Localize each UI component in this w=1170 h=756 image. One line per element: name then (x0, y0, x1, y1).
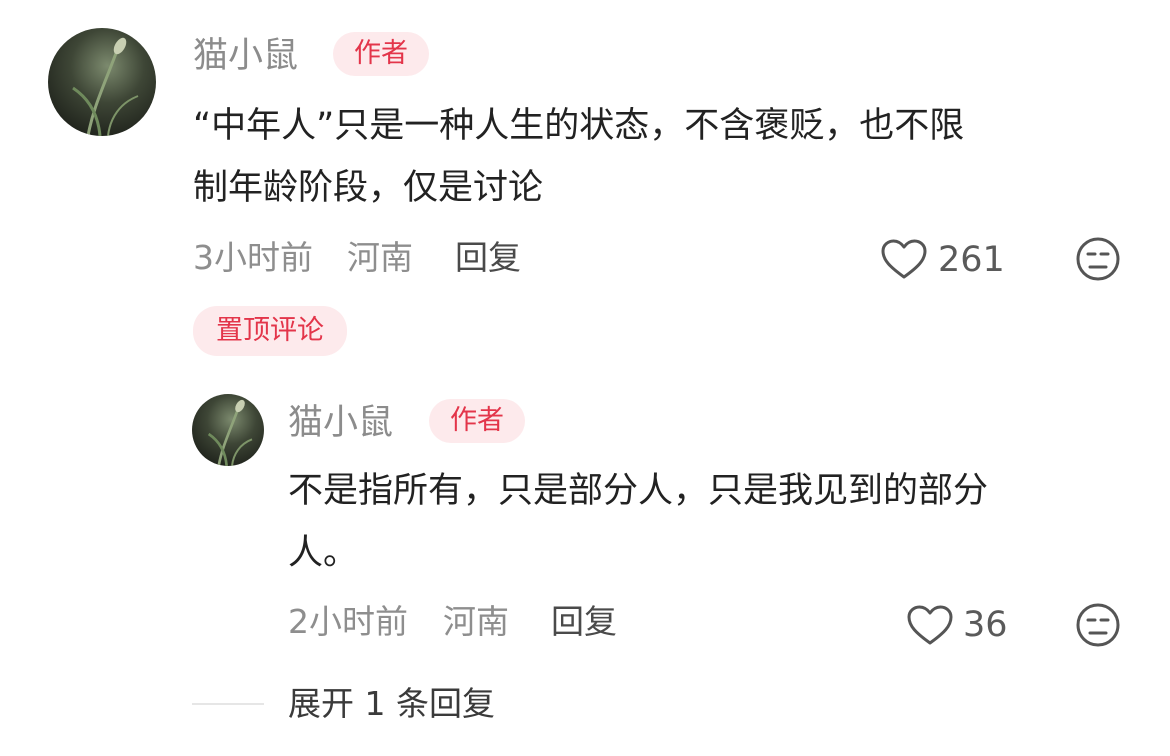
pinned-comment-badge: 置顶评论 (193, 306, 347, 356)
reply-text-line-2: 人。 (288, 533, 359, 573)
reply-time: 2小时前 (288, 602, 408, 641)
reply-button[interactable]: 回复 (455, 238, 521, 278)
author-badge: 作者 (333, 32, 429, 76)
reply-like-count: 36 (963, 605, 1008, 645)
heart-icon[interactable] (880, 238, 928, 280)
reply-avatar-image (207, 399, 253, 466)
expand-divider (192, 703, 264, 705)
reply-location: 河南 (443, 602, 509, 641)
reply-text-line-1: 不是指所有，只是部分人，只是我见到的部分 (288, 471, 989, 511)
heart-icon[interactable] (906, 604, 954, 646)
comment-text-line-1: “中年人”只是一种人生的状态，不含褒贬，也不限 (193, 106, 965, 146)
comment-time: 3小时前 (193, 238, 313, 277)
reply-reply-button[interactable]: 回复 (551, 602, 617, 642)
comment-text-line-2: 制年龄阶段，仅是讨论 (193, 168, 544, 208)
expand-replies-button[interactable]: 展开 1 条回复 (288, 684, 495, 724)
unhappy-face-icon[interactable] (1075, 236, 1121, 282)
unhappy-face-icon[interactable] (1075, 602, 1121, 648)
reply-avatar[interactable] (192, 394, 264, 466)
like-count: 261 (938, 240, 1005, 280)
avatar[interactable] (48, 28, 156, 136)
reply-author-badge: 作者 (429, 399, 525, 443)
username[interactable]: 猫小鼠 (193, 36, 298, 76)
avatar-image (72, 37, 139, 136)
reply-username[interactable]: 猫小鼠 (288, 403, 393, 443)
comment-location: 河南 (347, 238, 413, 277)
